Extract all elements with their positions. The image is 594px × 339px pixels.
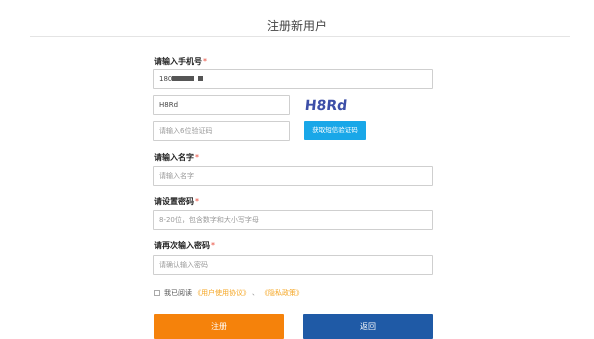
name-label-text: 请输入名字 bbox=[154, 153, 194, 162]
title-divider bbox=[30, 36, 570, 37]
get-sms-code-button[interactable]: 获取短信验证码 bbox=[304, 121, 366, 140]
password-input[interactable] bbox=[153, 210, 433, 230]
confirm-password-input[interactable] bbox=[153, 255, 433, 275]
register-button[interactable]: 注册 bbox=[154, 314, 284, 339]
masked-phone-digits bbox=[172, 76, 194, 81]
password-label-text: 请设置密码 bbox=[154, 197, 194, 206]
masked-phone-digit bbox=[198, 76, 203, 81]
sms-code-input[interactable] bbox=[153, 121, 290, 141]
agreement-separator: 、 bbox=[252, 289, 259, 297]
captcha-image-text: H8Rd bbox=[304, 98, 348, 114]
required-star: * bbox=[195, 153, 199, 162]
phone-label-text: 请输入手机号 bbox=[154, 57, 202, 66]
page-title: 注册新用户 bbox=[266, 19, 327, 33]
back-button[interactable]: 返回 bbox=[303, 314, 433, 339]
agreement-prefix: 我已阅读 bbox=[164, 289, 192, 297]
confirm-password-label: 请再次输入密码* bbox=[154, 240, 215, 251]
name-input[interactable] bbox=[153, 166, 433, 186]
required-star: * bbox=[195, 197, 199, 206]
captcha-image[interactable]: H8Rd bbox=[304, 95, 356, 115]
phone-input[interactable] bbox=[153, 69, 433, 89]
phone-label: 请输入手机号* bbox=[154, 56, 207, 67]
agreement-row: 我已阅读 《用户使用协议》 、 《隐私政策》 bbox=[154, 288, 303, 298]
required-star: * bbox=[203, 57, 207, 66]
password-label: 请设置密码* bbox=[154, 196, 199, 207]
required-star: * bbox=[211, 241, 215, 250]
confirm-password-label-text: 请再次输入密码 bbox=[154, 241, 210, 250]
name-label: 请输入名字* bbox=[154, 152, 199, 163]
terms-link[interactable]: 《用户使用协议》 bbox=[194, 288, 250, 298]
privacy-link[interactable]: 《隐私政策》 bbox=[261, 288, 303, 298]
agreement-checkbox[interactable] bbox=[154, 290, 160, 296]
captcha-input[interactable] bbox=[153, 95, 290, 115]
